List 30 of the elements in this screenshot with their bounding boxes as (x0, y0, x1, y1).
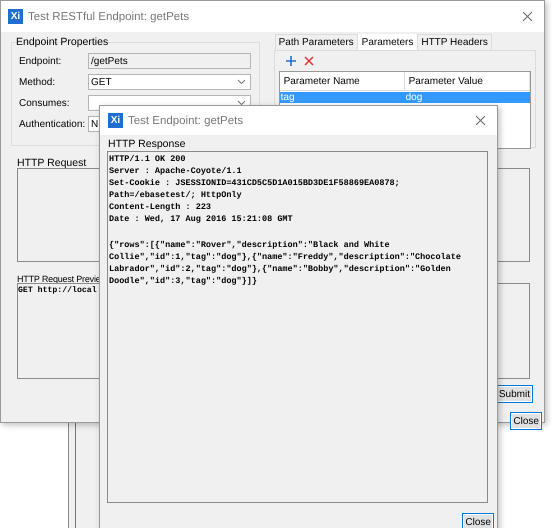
tab[interactable]: Parameters (358, 34, 418, 50)
response-body-text: {"rows":[{"name":"Rover","description":"Black and White Collie","id":1,"tag":"dog"},{"name":"Freddy","description":"Chocolate Labrador","id":2,"tag":"dog"},{"name":"Bobby","description":"Golden Doodle","id":3,"tag":"dog"}]} (108, 239, 462, 288)
field-label: Method: (19, 76, 56, 88)
field-label: Consumes: (19, 98, 71, 108)
input-field[interactable]: /getPets (88, 53, 251, 69)
add-icon[interactable] (286, 56, 296, 66)
column-header: Parameter Name (280, 72, 405, 91)
close-button[interactable]: Close (462, 513, 494, 528)
window-title: Test RESTful Endpoint: getPets (28, 10, 190, 22)
column-header: Parameter Value (404, 72, 530, 91)
chevron-icon (237, 79, 246, 85)
close-button[interactable]: Close (510, 412, 542, 430)
submit-button[interactable]: Submit (496, 385, 533, 403)
response-headers-text: HTTP/1.1 OK 200 Server : Apache-Coyote/1.1 Set-Cookie : JSESSIONID=431CD5C5D1A015BD3DE1F58869EA0878; Path=/ebasetest/; HttpOnly Content-Length : 223 Date : Wed, 17 Aug 2016 15:21:08 GMT (108, 153, 401, 226)
tab[interactable]: Path Parameters (274, 34, 358, 50)
app-logo: Xi (8, 9, 23, 24)
group-title: HTTP Response (107, 138, 186, 150)
group-title: Endpoint Properties (15, 36, 108, 48)
window-title: Test Endpoint: getPets (128, 114, 244, 126)
close-icon[interactable] (522, 11, 533, 22)
group-title: HTTP Request (17, 157, 86, 169)
delete-icon[interactable] (304, 56, 314, 66)
chevron-icon (237, 100, 246, 106)
tab[interactable]: HTTP Headers (417, 34, 492, 50)
app-logo: Xi (108, 113, 123, 128)
close-icon[interactable] (475, 115, 486, 126)
field-label: Endpoint: (19, 56, 62, 66)
field-label: Authentication: (19, 118, 86, 130)
dropdown-field[interactable]: GET (88, 74, 251, 90)
response-text-area[interactable] (107, 151, 488, 503)
